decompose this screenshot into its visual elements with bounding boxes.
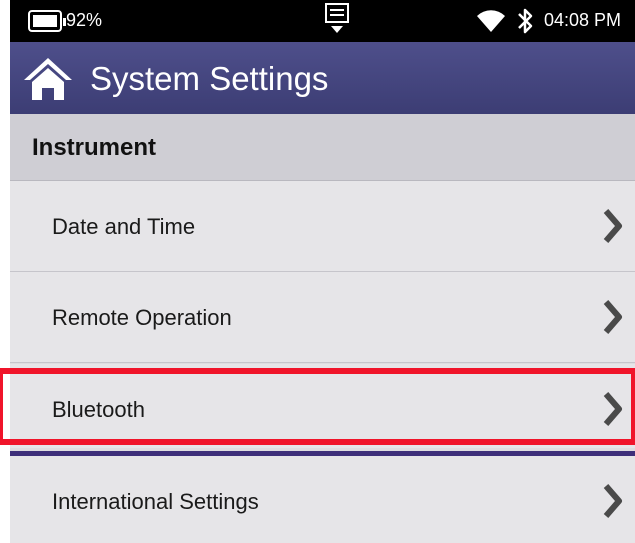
settings-item-label: Date and Time [52,214,196,239]
settings-item-label: International Settings [52,489,259,514]
status-bar: 92% 04:08 PM [10,0,635,42]
settings-item-date-and-time[interactable]: Date and Time [10,181,635,272]
device-screen: 92% 04:08 PM System Settings Instrument … [10,0,635,543]
bluetooth-icon [518,8,533,34]
chevron-right-icon [603,392,622,426]
title-bar: System Settings [10,42,635,114]
battery-level: 92% [66,10,103,30]
settings-item-international-settings[interactable]: International Settings [10,456,635,543]
chevron-right-icon [603,484,622,518]
left-bezel [0,42,10,543]
chevron-right-icon [603,300,622,334]
section-label: Instrument [32,134,157,161]
home-icon[interactable] [20,54,76,104]
status-time: 04:08 PM [544,10,622,30]
wifi-icon [477,10,505,32]
settings-item-label: Bluetooth [52,397,145,422]
battery-icon [28,10,66,32]
notification-icon[interactable] [322,2,352,36]
section-header: Instrument [10,114,635,181]
settings-item-remote-operation[interactable]: Remote Operation [10,272,635,363]
chevron-right-icon [603,209,622,243]
settings-item-label: Remote Operation [52,305,232,330]
settings-item-bluetooth[interactable]: Bluetooth [10,364,635,456]
settings-frame: 92% 04:08 PM System Settings Instrument … [0,0,635,543]
page-title: System Settings [90,60,329,97]
